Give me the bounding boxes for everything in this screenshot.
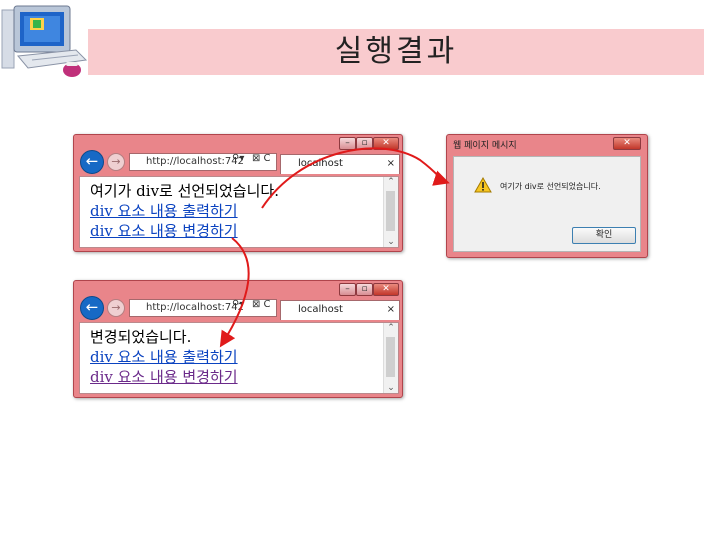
forward-arrow-icon[interactable]: → <box>107 153 125 171</box>
forward-arrow-icon[interactable]: → <box>107 299 125 317</box>
close-button[interactable]: ✕ <box>373 283 399 296</box>
minimize-button[interactable]: – <box>339 283 356 296</box>
page-content: 변경되었습니다. div 요소 내용 출력하기 div 요소 내용 변경하기 ⌃… <box>79 322 399 394</box>
back-arrow-icon[interactable]: ← <box>80 150 104 174</box>
tab-close-icon[interactable]: × <box>387 301 395 319</box>
refresh-icon[interactable]: ⊠ C <box>252 153 271 164</box>
computer-clipart-icon <box>1 5 88 77</box>
scrollbar[interactable]: ⌃ ⌄ <box>383 323 398 393</box>
maximize-button[interactable]: ▫ <box>356 283 373 296</box>
annotation-arrows <box>219 147 450 348</box>
div-text: 여기가 div로 선언되었습니다. <box>90 182 279 200</box>
dialog-close-button[interactable]: ✕ <box>613 137 641 150</box>
ok-button[interactable]: 확인 <box>572 227 636 244</box>
browser-window-top: – ▫ ✕ ← → http://localhost:742 ⚲▾ ⊠ C lo… <box>73 134 403 252</box>
tab-localhost[interactable]: localhost × <box>280 154 400 174</box>
dialog-title: 웹 페이지 메시지 <box>453 141 517 151</box>
refresh-icon[interactable]: ⊠ C <box>252 299 271 310</box>
search-icon[interactable]: ⚲▾ <box>232 153 244 164</box>
link-change-div[interactable]: div 요소 내용 변경하기 <box>90 367 238 387</box>
browser-window-bottom: – ▫ ✕ ← → http://localhost:742 ⚲▾ ⊠ C lo… <box>73 280 403 398</box>
scrollbar[interactable]: ⌃ ⌄ <box>383 177 398 247</box>
link-output-div[interactable]: div 요소 내용 출력하기 <box>90 201 279 221</box>
maximize-button[interactable]: ▫ <box>356 137 373 150</box>
link-output-div[interactable]: div 요소 내용 출력하기 <box>90 347 238 367</box>
page-content: 여기가 div로 선언되었습니다. div 요소 내용 출력하기 div 요소 … <box>79 176 399 248</box>
tab-localhost[interactable]: localhost × <box>280 300 400 320</box>
div-text: 변경되었습니다. <box>90 328 192 346</box>
link-change-div[interactable]: div 요소 내용 변경하기 <box>90 221 279 241</box>
minimize-button[interactable]: – <box>339 137 356 150</box>
close-button[interactable]: ✕ <box>373 137 399 150</box>
dialog-message: 여기가 div로 선언되었습니다. <box>500 182 601 191</box>
back-arrow-icon[interactable]: ← <box>80 296 104 320</box>
tab-close-icon[interactable]: × <box>387 155 395 173</box>
warning-icon <box>474 177 492 193</box>
search-icon[interactable]: ⚲▾ <box>232 299 244 310</box>
slide-title: 실행결과 <box>334 34 458 69</box>
